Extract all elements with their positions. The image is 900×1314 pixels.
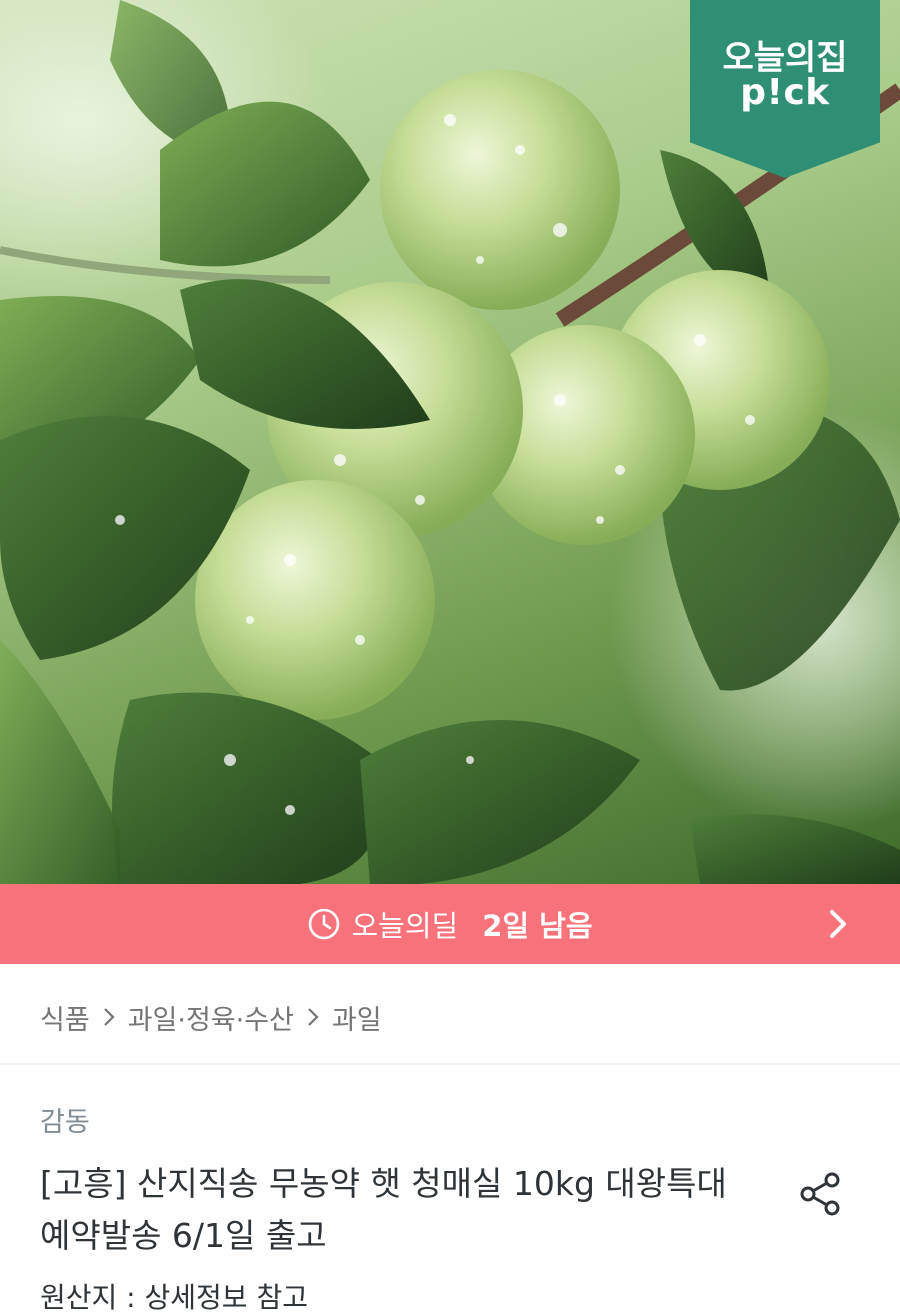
product-title: [고흥] 산지직송 무농약 햇 청매실 10kg 대왕특대 예약발송 6/1일 … bbox=[40, 1164, 727, 1255]
badge-line2: p!ck bbox=[740, 72, 830, 113]
deal-label: 오늘의딜 bbox=[351, 909, 459, 943]
pick-badge: 오늘의집 p!ck bbox=[690, 0, 880, 178]
chevron-right-icon[interactable] bbox=[820, 906, 856, 942]
share-icon[interactable] bbox=[796, 1168, 848, 1220]
breadcrumb-item-fruit-meat-seafood[interactable]: 과일·정육·수산 bbox=[128, 998, 294, 1037]
breadcrumb: 식품 과일·정육·수산 과일 bbox=[40, 990, 382, 1044]
deal-remaining: 2일 남음 bbox=[482, 909, 593, 943]
product-image[interactable]: 오늘의집 p!ck bbox=[0, 0, 900, 884]
breadcrumb-item-food[interactable]: 식품 bbox=[40, 998, 90, 1037]
clock-icon bbox=[309, 908, 340, 940]
origin-info: 원산지 : 상세정보 참고 bbox=[40, 1281, 308, 1314]
chevron-right-icon bbox=[103, 1008, 115, 1026]
divider bbox=[0, 1063, 900, 1065]
breadcrumb-item-fruit[interactable]: 과일 bbox=[332, 998, 382, 1037]
brand-name[interactable]: 감동 bbox=[40, 1100, 90, 1139]
chevron-right-icon bbox=[308, 1008, 319, 1026]
deal-banner[interactable]: 오늘의딜 2일 남음 bbox=[0, 884, 900, 964]
